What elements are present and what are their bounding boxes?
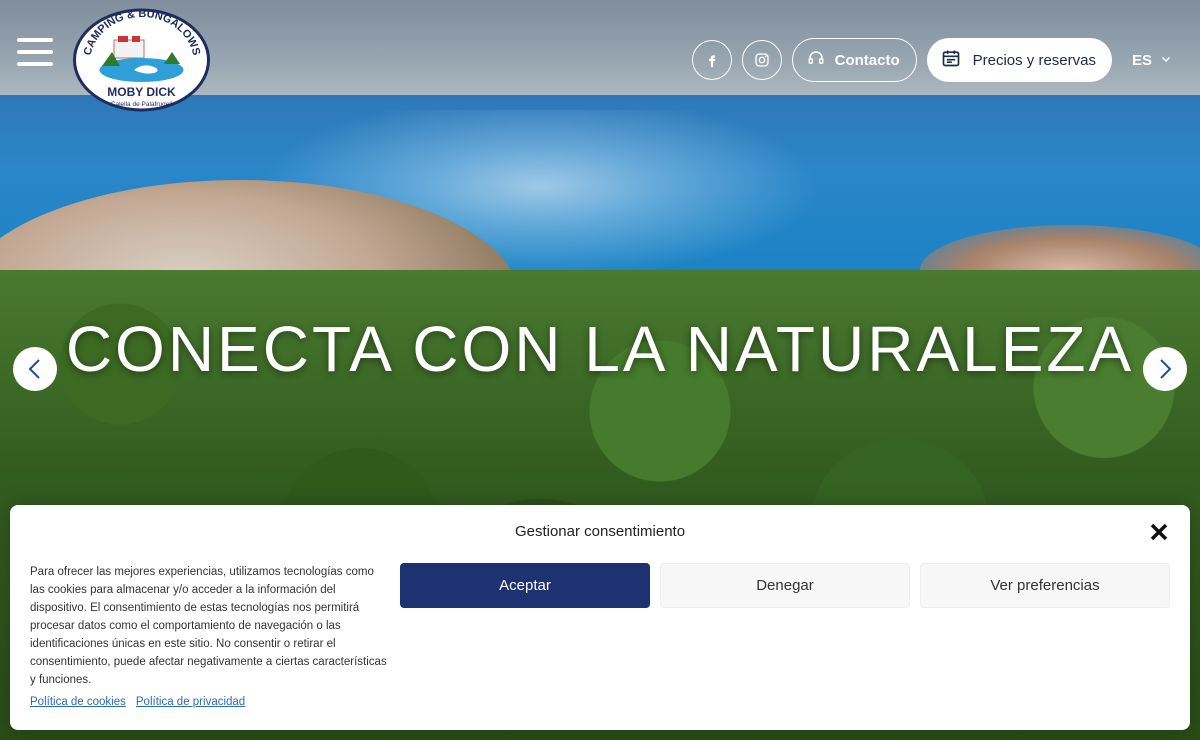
calendar-icon (941, 48, 961, 72)
privacy-policy-link[interactable]: Política de privacidad (136, 696, 245, 708)
cookie-consent-dialog: Gestionar consentimiento Para ofrecer la… (10, 505, 1190, 730)
cookie-policy-links: Política de cookies Política de privacid… (30, 696, 245, 708)
slider-prev-button[interactable] (13, 347, 57, 391)
logo-location: Calella de Palafrugell (111, 101, 173, 108)
headset-icon (807, 49, 825, 71)
language-label: ES (1131, 51, 1152, 69)
cookie-dialog-title: Gestionar consentimiento (514, 523, 686, 540)
contact-label: Contacto (834, 51, 900, 69)
chevron-right-icon (1160, 359, 1172, 379)
contact-button[interactable]: Contacto (791, 38, 917, 82)
header-actions: Contacto Precios y reservas ES (691, 38, 1172, 82)
cookie-policy-link[interactable]: Política de cookies (30, 696, 126, 708)
chevron-left-icon (28, 359, 40, 379)
slider-next-button[interactable] (1143, 347, 1187, 391)
accept-button[interactable]: Aceptar (400, 563, 650, 608)
instagram-icon[interactable] (741, 40, 782, 80)
close-icon[interactable] (1148, 521, 1170, 543)
site-logo[interactable]: CAMPING & BUNGALOWS MOBY DICK Calella de… (72, 8, 211, 112)
hero-title: CONECTA CON LA NATURALEZA (65, 313, 1135, 385)
booking-button[interactable]: Precios y reservas (926, 38, 1112, 82)
cookie-description: Para ofrecer las mejores experiencias, u… (30, 566, 387, 686)
booking-label: Precios y reservas (972, 51, 1096, 69)
language-selector[interactable]: ES (1132, 52, 1172, 69)
facebook-icon[interactable] (691, 40, 732, 80)
deny-button[interactable]: Denegar (660, 563, 910, 608)
logo-name: MOBY DICK (107, 85, 176, 99)
view-preferences-button[interactable]: Ver preferencias (920, 563, 1170, 608)
chevron-down-icon (1160, 52, 1172, 69)
hamburger-menu-icon[interactable] (17, 38, 53, 70)
